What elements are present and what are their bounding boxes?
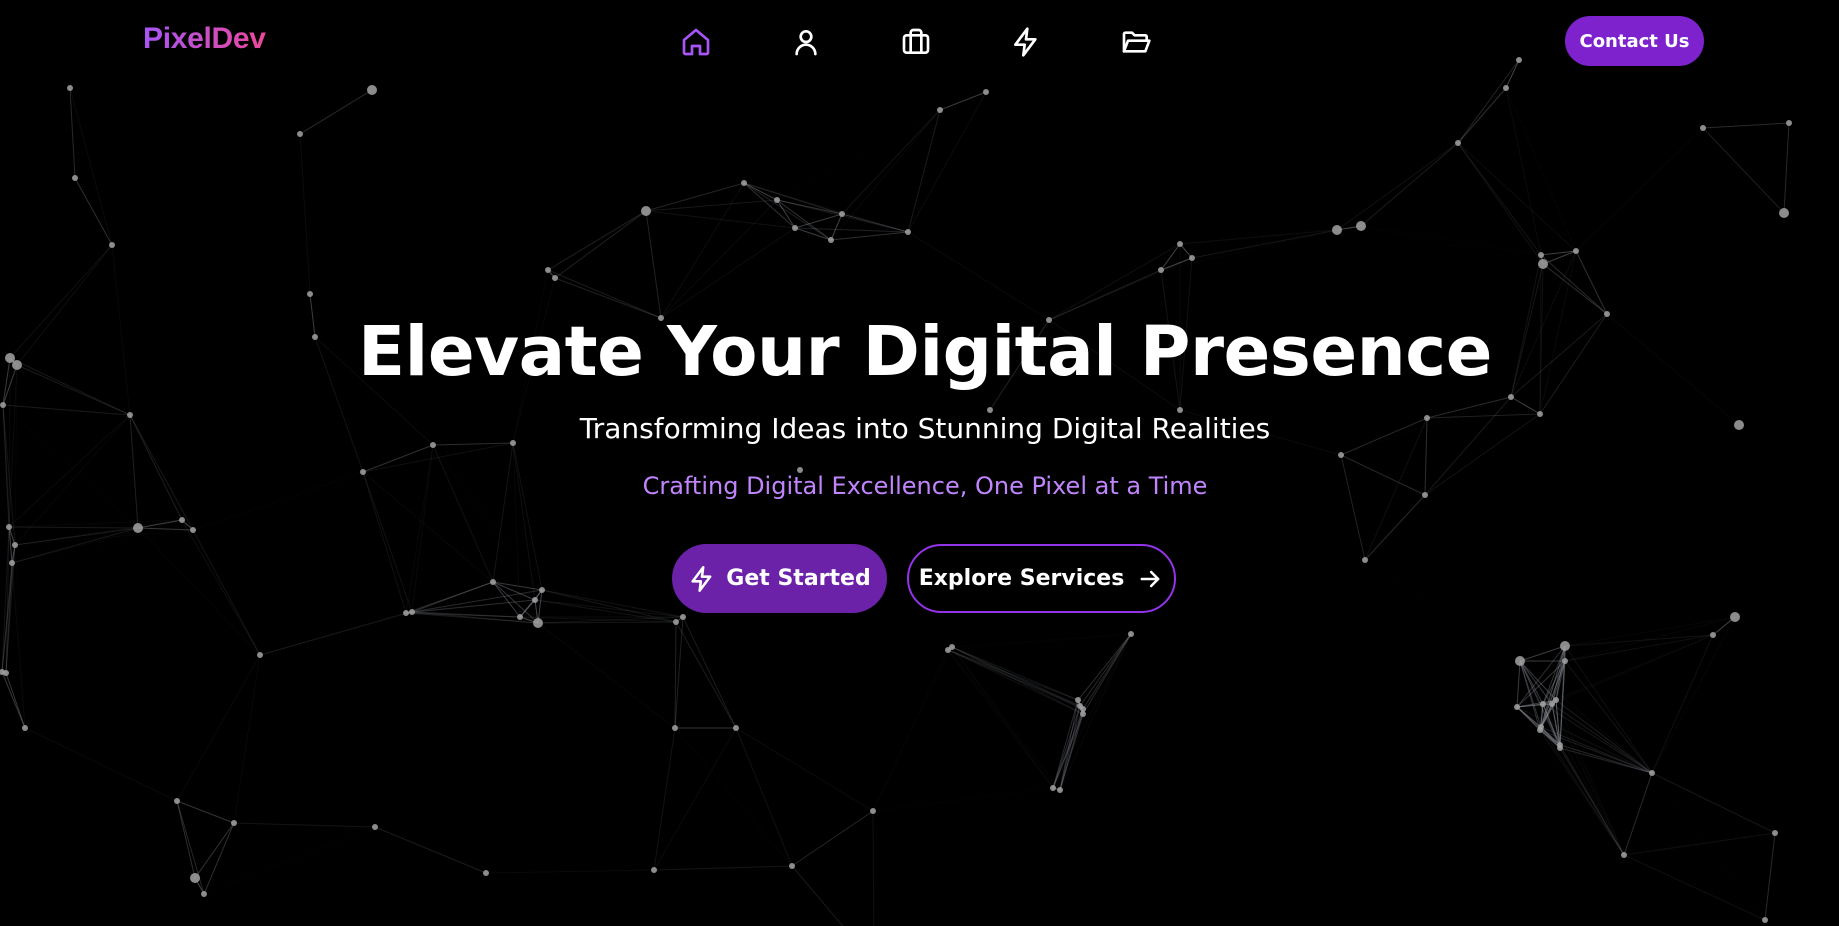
hero-section: Elevate Your Digital Presence Transformi… [0, 0, 1839, 926]
hero-title: Elevate Your Digital Presence [358, 312, 1492, 392]
landing-page: PixelDev Contact Us Elevate Your Digital… [0, 0, 1839, 926]
explore-services-label: Explore Services [918, 566, 1125, 591]
lightning-icon [688, 565, 716, 593]
hero-subtitle: Transforming Ideas into Stunning Digital… [579, 412, 1271, 445]
arrow-right-icon [1136, 565, 1164, 593]
explore-services-button[interactable]: Explore Services [907, 544, 1176, 613]
hero-tagline: Crafting Digital Excellence, One Pixel a… [642, 472, 1208, 500]
get-started-label: Get Started [726, 566, 871, 591]
get-started-button[interactable]: Get Started [672, 544, 887, 613]
